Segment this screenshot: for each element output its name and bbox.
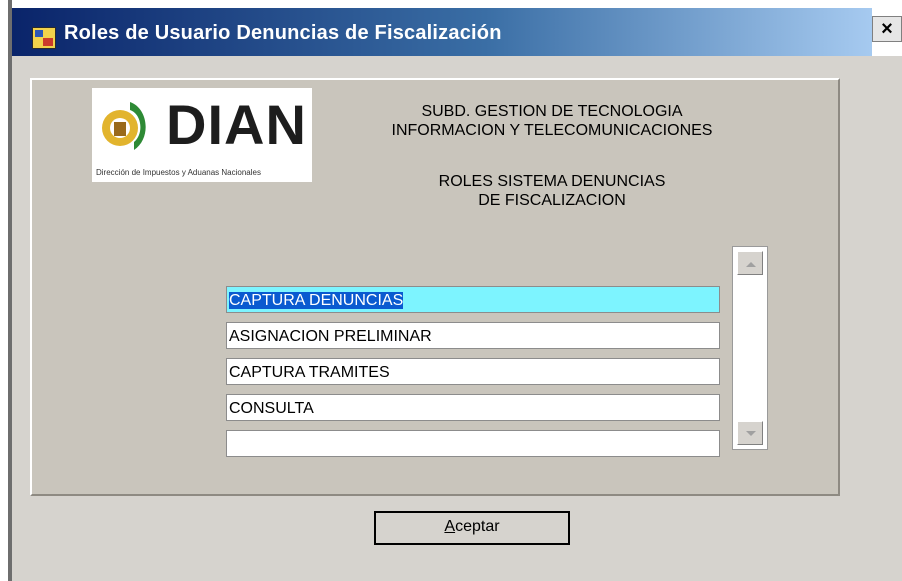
heading-line-1: SUBD. GESTION DE TECNOLOGIA <box>421 103 683 120</box>
content-panel: DIAN Dirección de Impuestos y Aduanas Na… <box>30 78 840 496</box>
role-item-empty[interactable] <box>226 430 720 457</box>
title-bar[interactable]: Roles de Usuario Denuncias de Fiscalizac… <box>12 8 872 56</box>
role-item-captura-tramites[interactable]: CAPTURA TRAMITES <box>226 358 720 385</box>
heading-line-4: DE FISCALIZACION <box>478 192 626 209</box>
accept-mnemonic: A <box>444 518 456 535</box>
role-item-label: CONSULTA <box>229 400 314 417</box>
role-item-label: CAPTURA TRAMITES <box>229 364 390 381</box>
heading-line-3: ROLES SISTEMA DENUNCIAS <box>438 173 666 190</box>
accept-button[interactable]: Aceptar <box>374 511 570 545</box>
system-heading: ROLES SISTEMA DENUNCIAS DE FISCALIZACION <box>332 172 772 210</box>
heading-line-2: INFORMACION Y TELECOMUNICACIONES <box>391 122 713 139</box>
scroll-up-button[interactable] <box>737 251 763 275</box>
role-item-label: CAPTURA DENUNCIAS <box>229 292 404 309</box>
dialog-client-area: DIAN Dirección de Impuestos y Aduanas Na… <box>12 56 902 581</box>
logo-word: DIAN <box>166 93 307 156</box>
department-heading: SUBD. GESTION DE TECNOLOGIA INFORMACION … <box>332 102 772 140</box>
dian-emblem-icon <box>102 102 146 150</box>
chevron-down-icon <box>746 431 756 436</box>
roles-scrollbar[interactable] <box>732 246 768 450</box>
chevron-up-icon <box>746 262 756 267</box>
dian-logo: DIAN Dirección de Impuestos y Aduanas Na… <box>92 88 312 182</box>
app-icon[interactable] <box>32 27 56 49</box>
dialog-window: Roles de Usuario Denuncias de Fiscalizac… <box>0 0 902 581</box>
scroll-down-button[interactable] <box>737 421 763 445</box>
logo-subtitle: Dirección de Impuestos y Aduanas Naciona… <box>96 168 261 177</box>
role-item-captura-denuncias[interactable]: CAPTURA DENUNCIAS <box>226 286 720 313</box>
window-title: Roles de Usuario Denuncias de Fiscalizac… <box>64 22 502 44</box>
left-border <box>0 0 12 581</box>
role-item-label: ASIGNACION PRELIMINAR <box>229 328 432 345</box>
close-button[interactable]: × <box>872 16 902 42</box>
role-item-asignacion-preliminar[interactable]: ASIGNACION PRELIMINAR <box>226 322 720 349</box>
accept-label: ceptar <box>455 518 500 535</box>
role-item-consulta[interactable]: CONSULTA <box>226 394 720 421</box>
